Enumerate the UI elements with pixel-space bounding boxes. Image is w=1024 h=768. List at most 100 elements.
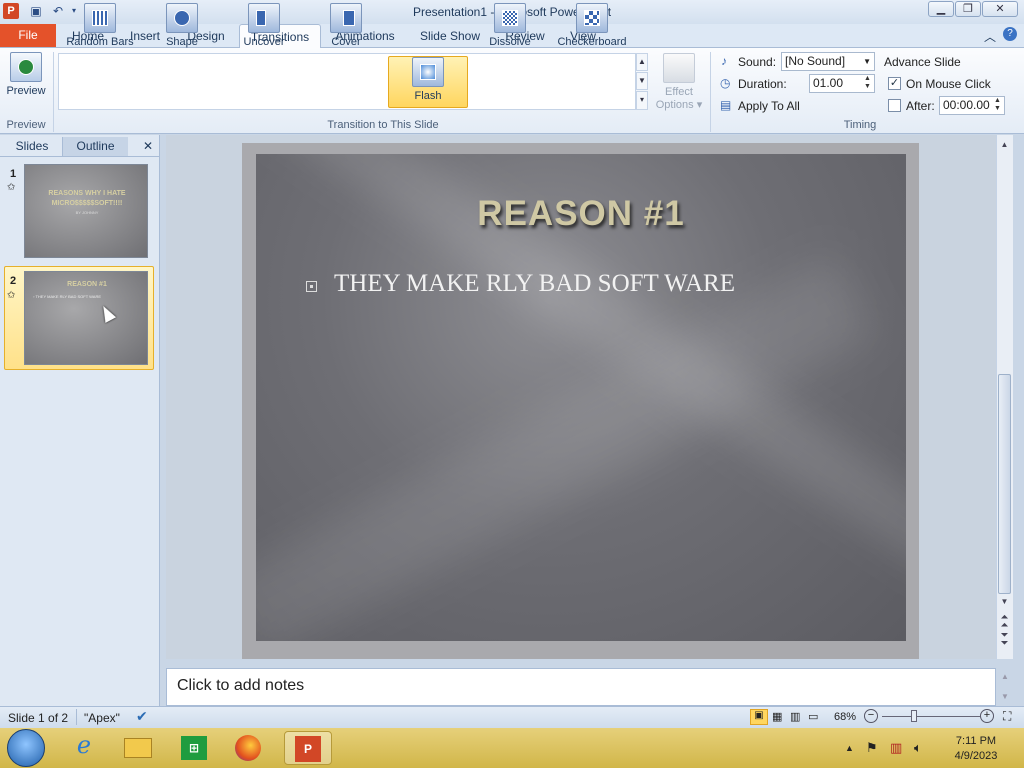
internet-explorer-icon[interactable]: ℯ bbox=[64, 731, 104, 765]
transition-random-bars[interactable]: Random Bars bbox=[60, 3, 140, 55]
preview-button[interactable]: Preview bbox=[4, 52, 48, 97]
zoom-in-icon[interactable]: + bbox=[980, 709, 994, 723]
tab-slides[interactable]: Slides bbox=[2, 137, 62, 156]
minimize-ribbon-icon[interactable]: ︿ bbox=[984, 28, 996, 45]
shape-icon bbox=[166, 3, 198, 33]
system-clock[interactable]: 7:11 PM 4/9/2023 bbox=[948, 734, 1004, 764]
duration-label: Duration: bbox=[738, 77, 787, 91]
transition-star-icon: ✩ bbox=[7, 182, 16, 193]
zoom-slider-track[interactable] bbox=[882, 716, 980, 717]
bullet-icon bbox=[306, 281, 317, 292]
group-divider bbox=[53, 52, 54, 132]
slide-title[interactable]: REASON #1 bbox=[256, 194, 906, 234]
action-center-flag-icon[interactable]: ⚑ bbox=[866, 740, 878, 756]
volume-muted-icon[interactable]: 🔈︎ bbox=[914, 740, 922, 756]
theme-name: "Apex" bbox=[84, 711, 120, 725]
slide-thumbnail-1[interactable]: REASONS WHY I HATE MICRO$$$$$SOFT!!!! BY… bbox=[24, 164, 148, 258]
slide-bullet-text[interactable]: THEY MAKE RLY BAD SOFT WARE bbox=[334, 270, 735, 298]
transition-dissolve[interactable]: Dissolve bbox=[470, 3, 550, 55]
after-time-spinner[interactable]: 00:00.00 ▲ ▼ bbox=[939, 96, 1005, 115]
gallery-scroll-up-button[interactable]: ▲ bbox=[636, 53, 648, 71]
slide-show-view-icon[interactable]: ▭ bbox=[808, 710, 818, 723]
chevron-down-icon: ▼ bbox=[863, 57, 871, 66]
notes-scroll-down-icon[interactable]: ▼ bbox=[998, 692, 1012, 701]
zoom-level[interactable]: 68% bbox=[834, 711, 856, 723]
after-checkbox[interactable] bbox=[888, 99, 901, 112]
thumbnail-subtitle: BY JOHNNY bbox=[75, 210, 99, 215]
scroll-up-icon[interactable]: ▲ bbox=[996, 140, 1013, 149]
scroll-thumb[interactable] bbox=[998, 374, 1011, 594]
slide-sorter-icon[interactable]: ▦ bbox=[772, 710, 782, 723]
dissolve-icon bbox=[494, 3, 526, 33]
group-label-timing: Timing bbox=[843, 119, 877, 131]
status-divider bbox=[76, 709, 77, 725]
file-explorer-icon[interactable] bbox=[118, 731, 158, 765]
notes-pane[interactable]: Click to add notes bbox=[166, 668, 996, 706]
spell-check-icon[interactable]: ✔ bbox=[136, 708, 148, 725]
tab-file[interactable]: File bbox=[0, 24, 56, 47]
gallery-scroll-down-button[interactable]: ▼ bbox=[636, 72, 648, 90]
transition-star-icon: ✩ bbox=[7, 290, 16, 301]
minimize-button[interactable]: ▁ bbox=[928, 1, 954, 17]
cover-icon bbox=[330, 3, 362, 33]
start-button[interactable] bbox=[7, 729, 45, 767]
clock-icon: ◷ bbox=[720, 76, 731, 90]
advance-slide-label: Advance Slide bbox=[884, 55, 961, 69]
effect-options-button[interactable]: Effect Options ▾ bbox=[652, 53, 706, 111]
thumbnail-title: REASONS WHY I HATE MICRO$$$$$SOFT!!!! bbox=[48, 190, 126, 207]
slide-thumbnail-2[interactable]: REASON #1 ▫ THEY MAKE RLY BAD SOFT WARE bbox=[24, 271, 148, 365]
close-button[interactable]: ✕ bbox=[982, 1, 1018, 17]
maximize-button[interactable]: ❐ bbox=[955, 1, 981, 17]
effect-options-icon bbox=[663, 53, 695, 83]
reading-view-icon[interactable]: ▥ bbox=[790, 710, 800, 723]
slide-count-status: Slide 1 of 2 bbox=[8, 711, 69, 725]
close-pane-icon[interactable]: ✕ bbox=[140, 137, 156, 156]
slide-canvas[interactable]: REASON #1 THEY MAKE RLY BAD SOFT WARE bbox=[256, 154, 906, 641]
previous-slide-icon[interactable]: ⏶ ⏶ bbox=[996, 613, 1013, 631]
transition-cover[interactable]: Cover bbox=[306, 3, 386, 55]
group-divider bbox=[710, 52, 711, 132]
fit-to-window-icon[interactable]: ⛶ bbox=[1003, 709, 1011, 724]
duration-spinner[interactable]: 01.00 ▲ ▼ bbox=[809, 74, 875, 93]
transition-flash[interactable]: Flash bbox=[388, 56, 468, 108]
on-mouse-click-checkbox[interactable]: ✓ bbox=[888, 77, 901, 90]
transition-gallery bbox=[58, 53, 636, 110]
gallery-more-button[interactable]: ▾ bbox=[636, 91, 648, 110]
after-label: After: bbox=[906, 99, 935, 113]
transition-uncover[interactable]: Uncover bbox=[224, 3, 304, 55]
pane-divider bbox=[0, 156, 159, 157]
zoom-slider-thumb[interactable] bbox=[910, 710, 917, 722]
group-label-transition: Transition to This Slide bbox=[327, 119, 439, 131]
apply-to-all-button[interactable]: Apply To All bbox=[738, 99, 800, 113]
random-bars-icon bbox=[84, 3, 116, 33]
spinner-arrows-icon[interactable]: ▲ ▼ bbox=[992, 97, 1003, 114]
powerpoint-taskbar-button[interactable]: P bbox=[284, 731, 332, 765]
show-hidden-icons-icon[interactable]: ▲ bbox=[845, 743, 854, 753]
notes-scroll-up-icon[interactable]: ▲ bbox=[998, 672, 1012, 681]
tab-outline[interactable]: Outline bbox=[62, 137, 128, 156]
preview-icon bbox=[10, 52, 42, 82]
network-icon[interactable]: ▥ bbox=[890, 740, 902, 756]
spinner-arrows-icon[interactable]: ▲ ▼ bbox=[862, 75, 873, 92]
store-icon[interactable]: ⊞ bbox=[174, 731, 214, 765]
firefox-icon[interactable] bbox=[228, 731, 268, 765]
zoom-out-icon[interactable]: − bbox=[864, 709, 878, 723]
normal-view-icon[interactable]: ▣ bbox=[750, 709, 768, 725]
apply-all-icon: ▤ bbox=[720, 98, 732, 112]
sound-label: Sound: bbox=[738, 55, 777, 69]
thumbnail-bullet: ▫ THEY MAKE RLY BAD SOFT WARE bbox=[33, 294, 102, 299]
transition-checkerboard[interactable]: Checkerboard bbox=[552, 3, 632, 55]
slide-number: 2 bbox=[10, 275, 17, 287]
group-label-preview: Preview bbox=[6, 119, 46, 131]
flash-icon bbox=[412, 57, 444, 87]
help-icon[interactable]: ? bbox=[1003, 27, 1017, 41]
on-mouse-click-label: On Mouse Click bbox=[906, 77, 991, 91]
sound-icon: ♪ bbox=[721, 54, 727, 68]
slide-number: 1 bbox=[10, 168, 17, 180]
transition-shape[interactable]: Shape bbox=[142, 3, 222, 55]
scroll-down-icon[interactable]: ▼ bbox=[996, 597, 1013, 606]
thumbnail-title: REASON #1 bbox=[67, 281, 107, 288]
sound-dropdown[interactable]: [No Sound] ▼ bbox=[781, 52, 875, 71]
next-slide-icon[interactable]: ⏷ ⏷ bbox=[996, 631, 1013, 649]
checkerboard-icon bbox=[576, 3, 608, 33]
